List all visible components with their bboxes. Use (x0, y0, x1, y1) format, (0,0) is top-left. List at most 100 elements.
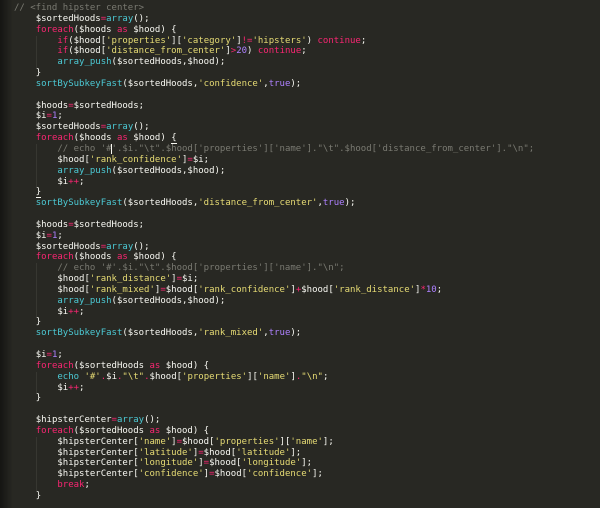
code-line[interactable]: $sortedHoods=array(); (14, 14, 600, 25)
code-token: $i; (192, 154, 210, 165)
left-edge-shadow (0, 0, 13, 508)
code-line[interactable]: } (14, 393, 600, 404)
code-line[interactable]: } (14, 187, 600, 199)
code-line[interactable]: sortBySubkeyFast($sortedHoods,'rank_mixe… (14, 328, 600, 339)
code-line[interactable]: $hipsterCenter['name']=$hood['properties… (14, 436, 600, 448)
code-token: $hipsterCenter (14, 415, 112, 426)
code-line[interactable]: echo '#'.$i."\t".$hood['properties']['na… (14, 371, 600, 383)
code-token: true (322, 198, 345, 209)
code-line[interactable]: $hoods=$sortedHoods; (14, 101, 600, 112)
code-token: ($hood[ (68, 46, 107, 57)
code-token: } (35, 187, 42, 199)
code-line[interactable]: $i++; (14, 382, 600, 394)
code-token: 'rank_confidence' (89, 154, 182, 165)
code-token: ; (360, 35, 367, 46)
code-token: $sortedHoods; (73, 219, 145, 230)
code-line[interactable] (14, 90, 600, 101)
code-token: 'rank_distance' (333, 284, 416, 295)
code-line[interactable]: $i++; (14, 176, 600, 188)
code-token: $hood) { (127, 252, 177, 263)
code-token: } (14, 490, 42, 501)
code-line[interactable]: array_push($sortedHoods,$hood); (14, 57, 600, 69)
code-line[interactable]: $hood['rank_mixed']=$hood['rank_confiden… (14, 284, 600, 296)
code-token: array_push (57, 57, 112, 68)
code-line[interactable]: if($hood['distance_from_center']>20) con… (14, 46, 600, 58)
code-token: 'latitude' (138, 447, 193, 458)
code-line[interactable]: $sortedHoods=array(); (14, 242, 600, 253)
code-line[interactable]: $hood['rank_confidence']=$i; (14, 154, 600, 166)
code-token: (); (133, 122, 150, 133)
code-line[interactable] (14, 209, 600, 220)
code-token: $sortedHoods (14, 122, 101, 133)
code-line[interactable]: $hipsterCenter['confidence']=$hood['conf… (14, 469, 600, 481)
code-line[interactable]: } (14, 68, 600, 79)
code-token: $hipsterCenter[ (14, 469, 139, 480)
code-token: ($sortedHoods, (122, 198, 199, 209)
code-line[interactable]: $i++; (14, 306, 600, 318)
code-token: $hipsterCenter[ (14, 447, 139, 458)
code-line[interactable]: array_push($sortedHoods,$hood); (14, 295, 600, 307)
code-line[interactable]: foreach($hoods as $hood) { (14, 252, 600, 263)
code-line[interactable]: $hood['rank_distance']=$i; (14, 274, 600, 285)
code-token: ]; (290, 447, 302, 458)
code-token: ); (290, 328, 302, 339)
code-token: foreach (35, 425, 74, 436)
code-line[interactable]: sortBySubkeyFast($sortedHoods,'confidenc… (14, 79, 600, 90)
code-line[interactable] (14, 339, 600, 350)
code-token: 'rank_mixed' (198, 328, 264, 339)
code-token: 'category' (182, 35, 237, 46)
code-token: continue (317, 35, 361, 46)
code-line[interactable]: foreach($sortedHoods as $hood) { (14, 361, 600, 372)
code-token: ; (79, 306, 85, 317)
code-line[interactable]: foreach($sortedHoods as $hood) { (14, 426, 600, 437)
code-token: ]; (322, 436, 334, 447)
code-line[interactable]: $sortedHoods=array(); (14, 122, 600, 133)
code-token: $i (14, 230, 47, 241)
code-token: break (57, 480, 85, 491)
code-line[interactable]: foreach($hoods as $hood) { (14, 133, 600, 145)
indent-guide (36, 35, 37, 47)
indent-guide (36, 295, 37, 307)
code-line[interactable]: $hipsterCenter=array(); (14, 415, 600, 426)
code-token: sortBySubkeyFast (35, 328, 123, 339)
code-line[interactable]: foreach($hoods as $hood) { (14, 25, 600, 36)
code-line[interactable]: if($hood['properties']['category']!='hip… (14, 35, 600, 47)
code-line[interactable]: $hoods=$sortedHoods; (14, 220, 600, 231)
code-token: 'confidence' (247, 469, 313, 480)
code-line[interactable]: sortBySubkeyFast($sortedHoods,'distance_… (14, 198, 600, 209)
code-line[interactable]: array_push($sortedHoods,$hood); (14, 165, 600, 177)
code-token: $hipsterCenter[ (14, 436, 139, 447)
code-token: 'properties' (214, 436, 280, 447)
code-token: as (149, 425, 161, 436)
code-token: ; (79, 382, 85, 393)
code-line[interactable]: $i=1; (14, 231, 600, 242)
code-line[interactable]: } (14, 491, 600, 502)
code-token: true (268, 328, 291, 339)
code-token: 'properties' (106, 35, 172, 46)
code-line[interactable] (14, 404, 600, 415)
code-token: } (14, 393, 42, 404)
code-line[interactable]: break; (14, 480, 600, 491)
code-token: $i (14, 111, 47, 122)
code-token: ); (290, 78, 302, 89)
code-line[interactable]: $i=1; (14, 111, 600, 122)
code-editor[interactable]: // <find hipster center> $sortedHoods=ar… (0, 0, 600, 508)
code-line[interactable]: $hipsterCenter['longitude']=$hood['longi… (14, 458, 600, 470)
code-line[interactable]: // echo '#'.$i."\t".$hood['properties'][… (14, 263, 600, 275)
indent-guide (36, 458, 37, 470)
code-line[interactable]: // echo '#'.$i."\t".$hood['properties'][… (14, 143, 600, 155)
code-token: array (106, 241, 134, 252)
indent-guide (36, 263, 37, 275)
code-token: 'rank_distance' (89, 274, 172, 285)
code-line[interactable]: $hipsterCenter['latitude']=$hood['latitu… (14, 447, 600, 459)
code-token: ++ (68, 176, 80, 187)
indent-guide (36, 176, 37, 188)
code-token: ($sortedHoods,$hood); (111, 57, 226, 68)
code-token: $hood[ (149, 371, 183, 382)
code-line[interactable]: // <find hipster center> (14, 3, 600, 14)
indent-guide (36, 306, 37, 318)
code-line[interactable]: } (14, 317, 600, 328)
code-line[interactable]: $i=1; (14, 350, 600, 361)
